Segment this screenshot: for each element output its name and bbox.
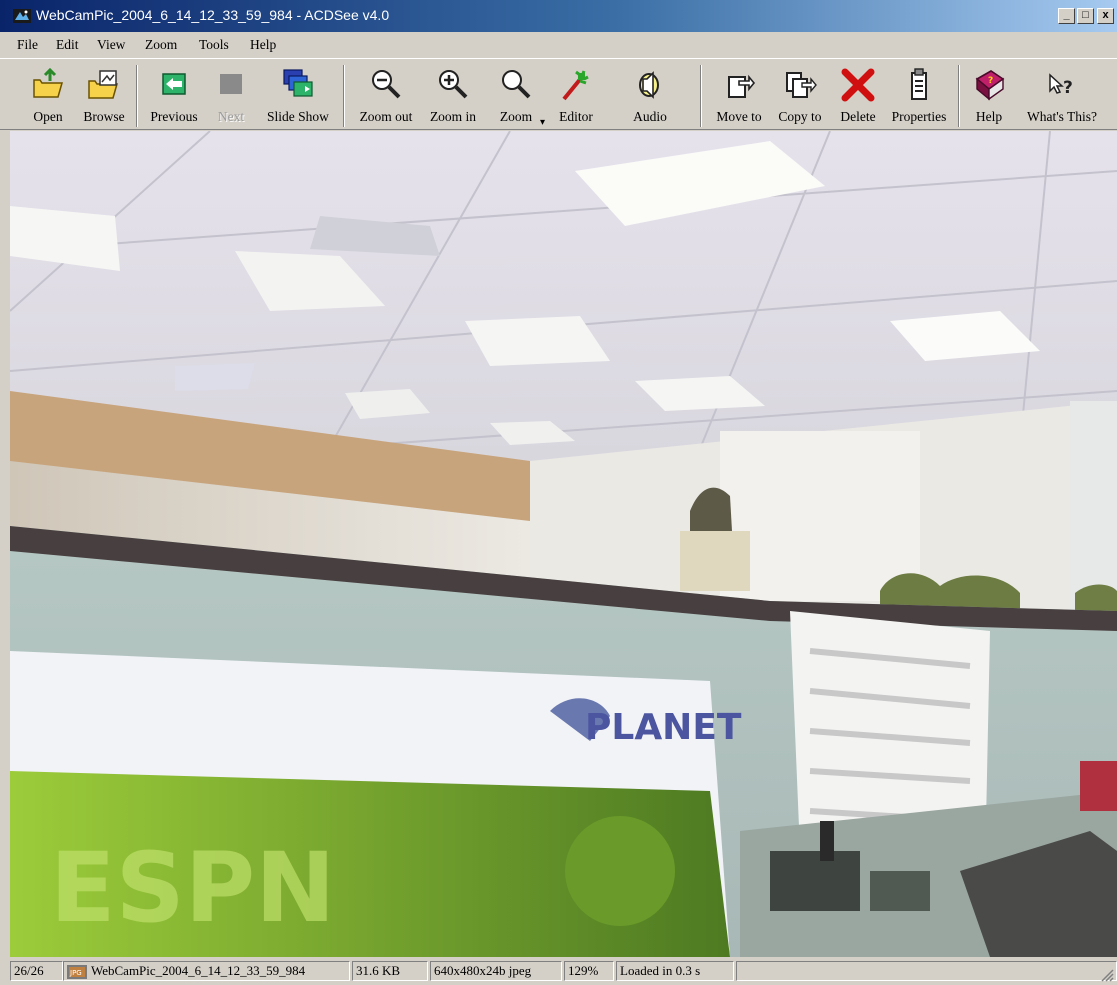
menu-file[interactable]: File (17, 37, 38, 53)
previous-arrow-icon (162, 73, 186, 95)
browse-icon (88, 70, 118, 99)
zoom-icon (502, 70, 531, 99)
copy-to-button[interactable]: Copy to (770, 59, 830, 129)
whats-this-label: What's This? (1026, 109, 1098, 124)
audio-label: Audio (633, 109, 667, 124)
help-book-icon: ? (975, 70, 1005, 101)
jpg-file-icon: JPG (67, 965, 87, 980)
menu-bar: File Edit View Zoom Tools Help (0, 33, 1117, 58)
status-load-time: Loaded in 0.3 s (616, 961, 734, 981)
whats-this-button[interactable]: ? What's This? (1018, 59, 1106, 129)
status-bar: 26/26 JPG WebCamPic_2004_6_14_12_33_59_9… (0, 958, 1117, 985)
properties-label: Properties (891, 109, 947, 124)
toolbar-separator (700, 65, 702, 127)
help-button[interactable]: ? Help (964, 59, 1014, 129)
speaker-icon (639, 71, 659, 99)
previous-button[interactable]: Previous (144, 59, 204, 129)
status-zoom: 129% (564, 961, 614, 981)
copy-to-icon (786, 72, 817, 98)
close-button[interactable]: x (1097, 8, 1114, 24)
status-dimensions: 640x480x24b jpeg (430, 961, 562, 981)
editor-button[interactable]: Editor (548, 59, 604, 129)
menu-help[interactable]: Help (250, 37, 276, 53)
delete-x-icon (841, 68, 875, 102)
minimize-button[interactable]: _ (1058, 8, 1075, 24)
webcam-photo: PLANET ESPN (10, 131, 1117, 957)
title-bar[interactable]: WebCamPic_2004_6_14_12_33_59_984 - ACDSe… (0, 0, 1117, 32)
copy-to-label: Copy to (778, 109, 822, 124)
next-button[interactable]: Next (208, 59, 254, 129)
next-label: Next (217, 109, 245, 124)
svg-text:ESPN: ESPN (50, 832, 335, 944)
resize-grip-icon[interactable] (1100, 968, 1114, 982)
next-disabled-icon (220, 74, 242, 94)
zoom-out-button[interactable]: Zoom out (351, 59, 421, 129)
slideshow-label: Slide Show (267, 109, 329, 124)
svg-text:?: ? (1063, 78, 1073, 98)
status-position: 26/26 (10, 961, 63, 981)
delete-label: Delete (840, 109, 876, 124)
menu-tools[interactable]: Tools (199, 37, 229, 53)
zoom-button[interactable]: Zoom (487, 59, 545, 129)
open-button[interactable]: Open (18, 59, 78, 129)
zoom-in-label: Zoom in (429, 109, 477, 124)
zoom-in-icon (439, 70, 468, 99)
slideshow-button[interactable]: Slide Show (260, 59, 336, 129)
delete-button[interactable]: Delete (832, 59, 884, 129)
toolbar-separator (958, 65, 960, 127)
properties-icon (911, 68, 927, 100)
open-label: Open (33, 109, 63, 124)
svg-text:?: ? (988, 76, 993, 86)
toolbar-separator (136, 65, 138, 127)
menu-view[interactable]: View (97, 37, 125, 53)
editor-wand-icon (562, 70, 589, 101)
help-label: Help (975, 109, 1003, 124)
svg-text:PLANET: PLANET (585, 707, 742, 748)
browse-label: Browse (83, 109, 125, 124)
previous-label: Previous (150, 109, 198, 124)
folder-open-icon (33, 67, 63, 98)
image-viewer[interactable]: PLANET ESPN (10, 131, 1117, 957)
svg-text:JPG: JPG (69, 969, 82, 977)
move-to-button[interactable]: Move to (708, 59, 770, 129)
menu-zoom[interactable]: Zoom (145, 37, 177, 53)
menu-edit[interactable]: Edit (56, 37, 79, 53)
zoom-out-label: Zoom out (359, 109, 413, 124)
properties-button[interactable]: Properties (884, 59, 954, 129)
window-title: WebCamPic_2004_6_14_12_33_59_984 - ACDSe… (36, 7, 390, 23)
status-filename-panel: JPG WebCamPic_2004_6_14_12_33_59_984 (63, 961, 350, 981)
editor-label: Editor (559, 109, 593, 124)
move-to-icon (728, 74, 756, 98)
maximize-button[interactable]: □ (1077, 8, 1094, 24)
toolbar: Open Browse Previous Next Slide Show Zoo… (0, 58, 1117, 158)
zoom-in-button[interactable]: Zoom in (421, 59, 485, 129)
whats-this-cursor-icon: ? (1049, 73, 1073, 98)
status-empty-panel (736, 961, 1117, 981)
slideshow-icon (283, 69, 313, 97)
status-filesize: 31.6 KB (352, 961, 428, 981)
acdsee-window: WebCamPic_2004_6_14_12_33_59_984 - ACDSe… (0, 0, 1117, 985)
acdsee-app-icon[interactable] (13, 8, 31, 24)
zoom-label: Zoom (499, 109, 533, 124)
zoom-out-icon (372, 70, 401, 99)
move-to-label: Move to (716, 109, 762, 124)
audio-button[interactable]: Audio (622, 59, 678, 129)
browse-button[interactable]: Browse (78, 59, 130, 129)
status-filename: WebCamPic_2004_6_14_12_33_59_984 (91, 963, 306, 978)
zoom-dropdown-arrow[interactable]: ▾ (540, 117, 545, 128)
toolbar-separator (343, 65, 345, 127)
